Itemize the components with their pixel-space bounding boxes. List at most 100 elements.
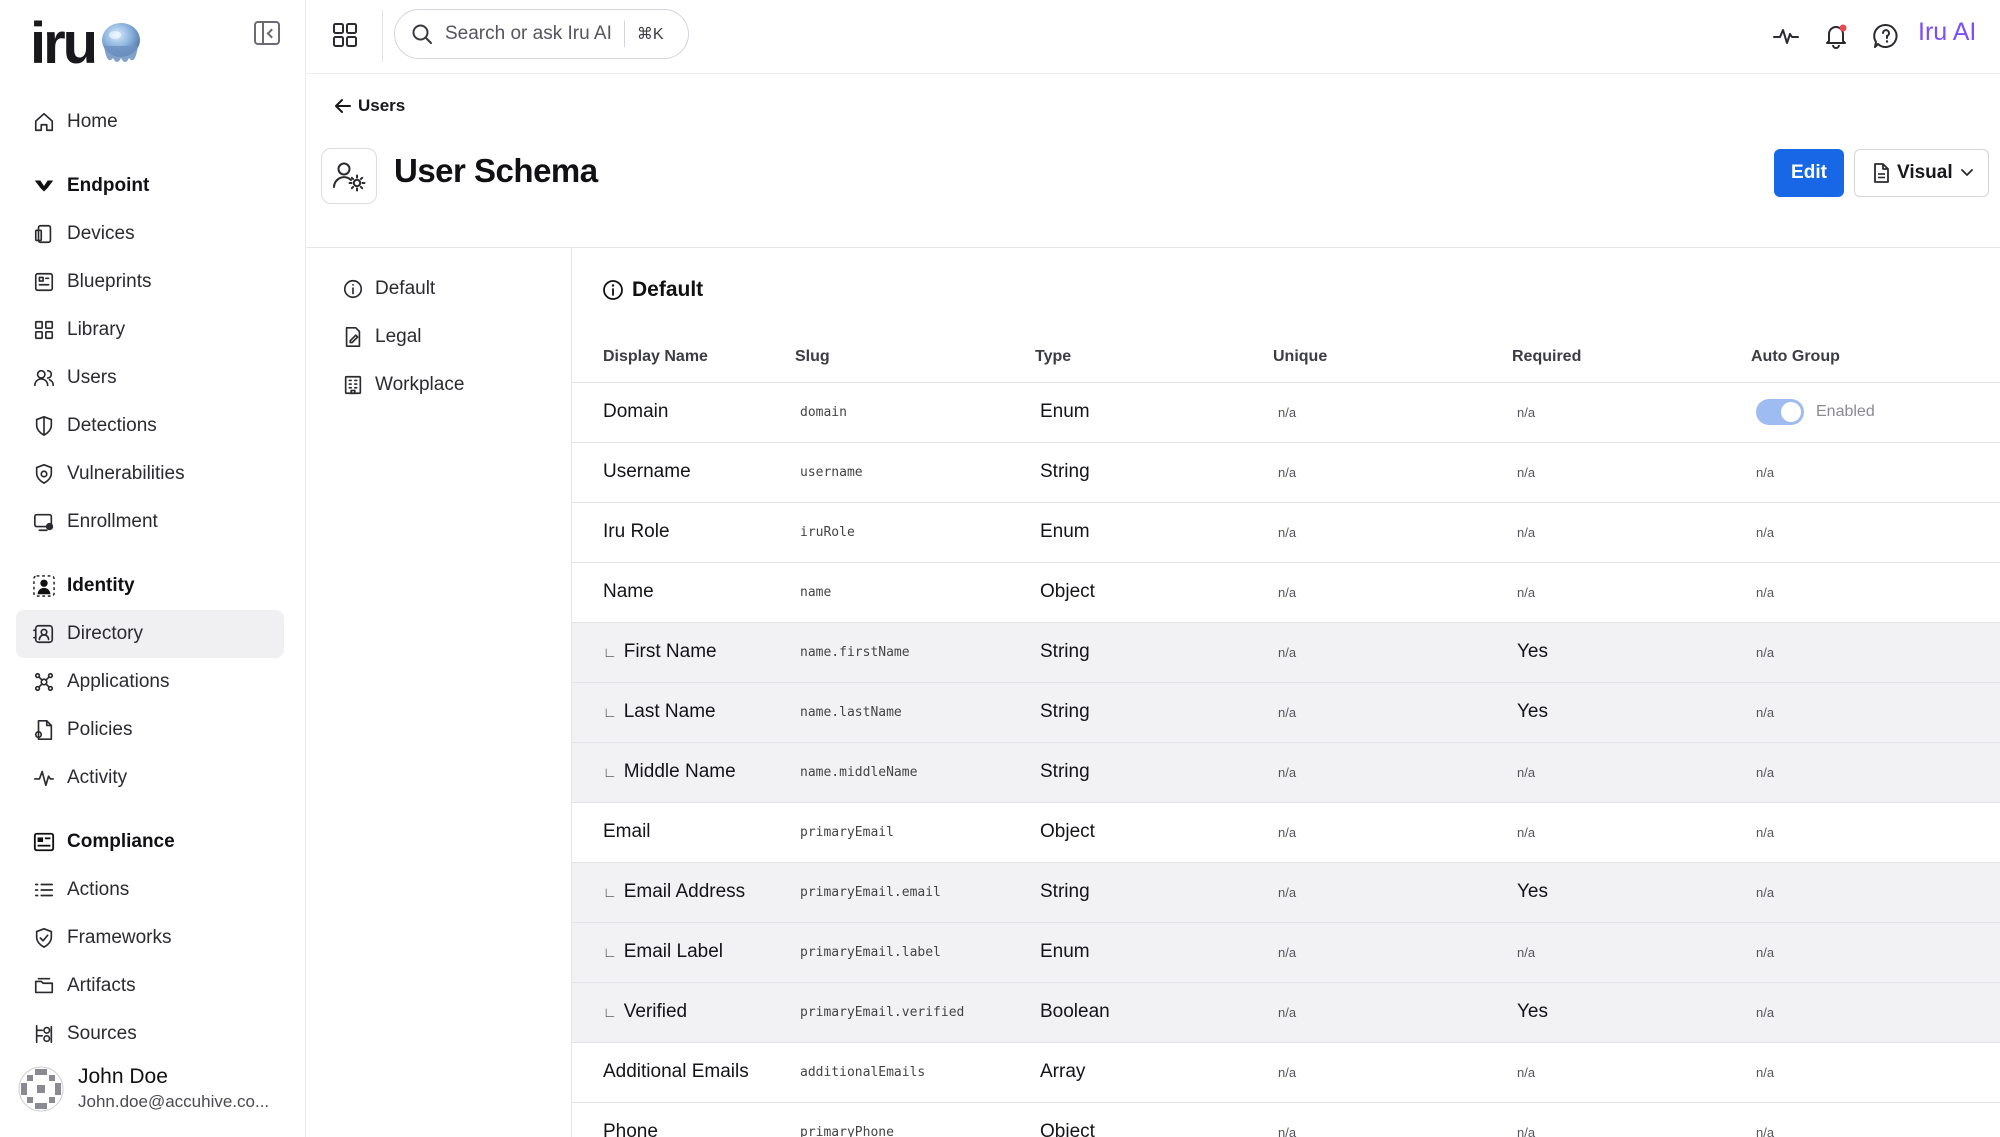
cell-auto-group: n/a — [1751, 1042, 2000, 1103]
iru-ai-link[interactable]: Iru AI — [1918, 18, 1976, 47]
sidebar-item-vulnerabilities[interactable]: Vulnerabilities — [16, 450, 284, 498]
cell-display-name: Domain — [572, 382, 795, 443]
child-indent-icon: ∟ — [603, 944, 617, 960]
view-mode-label: Visual — [1897, 162, 1953, 183]
schema-table-panel: Default Display Name Slug Type Unique Re… — [572, 248, 2000, 1137]
view-mode-dropdown[interactable]: Visual — [1854, 149, 1989, 197]
sidebar-item-label: Directory — [67, 623, 144, 644]
sidebar-item-directory[interactable]: Directory — [16, 610, 284, 658]
field-display-name: Phone — [603, 1121, 658, 1137]
info-icon — [603, 280, 623, 300]
table-row[interactable]: ∟ Email Address primaryEmail.email String n/… — [572, 862, 2000, 923]
edit-button[interactable]: Edit — [1774, 149, 1844, 197]
sidebar-item-label: Devices — [67, 223, 135, 244]
app-grid-icon[interactable] — [332, 22, 358, 48]
table-row[interactable]: Name name Object n/a n/a n/a — [572, 562, 2000, 623]
cell-display-name: ∟ Verified — [572, 982, 795, 1043]
sidebar-section-identity[interactable]: Identity — [16, 562, 284, 610]
users-icon — [34, 369, 54, 387]
cell-slug: additionalEmails — [795, 1042, 1035, 1103]
user-profile-card[interactable]: John Doe John.doe@accuhive.co... — [18, 1058, 298, 1120]
field-display-name: Last Name — [623, 701, 716, 722]
column-header-display-name[interactable]: Display Name — [572, 332, 795, 383]
column-header-slug[interactable]: Slug — [795, 332, 1035, 383]
sidebar-item-artifacts[interactable]: Artifacts — [16, 962, 284, 1010]
cell-display-name: Name — [572, 562, 795, 623]
cell-display-name: ∟ Email Address — [572, 862, 795, 923]
cell-required: n/a — [1512, 382, 1751, 443]
sidebar-item-policies[interactable]: Policies — [16, 706, 284, 754]
schema-section-nav: Default Legal Workplace — [306, 248, 572, 1137]
sidebar-item-actions[interactable]: Actions — [16, 866, 284, 914]
cell-unique: n/a — [1273, 982, 1512, 1043]
cell-unique: n/a — [1273, 922, 1512, 983]
table-row[interactable]: Iru Role iruRole Enum n/a n/a n/a — [572, 502, 2000, 563]
table-row[interactable]: Domain domain Enum n/a n/a Enabled — [572, 382, 2000, 443]
table-row[interactable]: ∟ Verified primaryEmail.verified Boolean n/a… — [572, 982, 2000, 1043]
table-row[interactable]: Phone primaryPhone Object n/a n/a n/a — [572, 1102, 2000, 1137]
section-link-legal[interactable]: Legal — [342, 322, 422, 352]
sidebar-item-blueprints[interactable]: Blueprints — [16, 258, 284, 306]
sidebar-section-endpoint[interactable]: Endpoint — [16, 162, 284, 210]
table-row[interactable]: ∟ Email Label primaryEmail.label Enum n/a n/a… — [572, 922, 2000, 983]
notification-bell-icon[interactable] — [1822, 22, 1850, 50]
devices-icon — [34, 224, 52, 244]
collapse-sidebar-button[interactable] — [254, 21, 280, 45]
table-row[interactable]: Email primaryEmail Object n/a n/a n/a — [572, 802, 2000, 863]
child-indent-icon: ∟ — [603, 884, 617, 900]
sidebar-item-frameworks[interactable]: Frameworks — [16, 914, 284, 962]
field-display-name: Email Address — [623, 881, 746, 902]
sidebar-item-enrollment[interactable]: Enrollment — [16, 498, 284, 546]
cell-type: Object — [1035, 1102, 1273, 1137]
auto-group-toggle[interactable]: Enabled — [1756, 399, 1875, 425]
table-row[interactable]: Username username String n/a n/a n/a — [572, 442, 2000, 503]
table-row[interactable]: Additional Emails additionalEmails Array n/… — [572, 1042, 2000, 1103]
column-header-required[interactable]: Required — [1512, 332, 1751, 383]
table-row[interactable]: ∟ First Name name.firstName String n/a Yes n/a — [572, 622, 2000, 683]
breadcrumb-users-link[interactable]: Users — [358, 96, 405, 116]
auto-group-value: n/a — [1756, 704, 1775, 720]
search-input[interactable]: Search or ask Iru AI ⌘K — [394, 9, 689, 59]
legal-icon — [345, 327, 361, 347]
sidebar-item-users[interactable]: Users — [16, 354, 284, 402]
table-row[interactable]: ∟ Middle Name name.middleName String n/a n/a n… — [572, 742, 2000, 803]
endpoint-icon — [34, 180, 54, 192]
cell-unique: n/a — [1273, 1042, 1512, 1103]
sidebar-item-activity[interactable]: Activity — [16, 754, 284, 802]
cell-slug: primaryEmail.verified — [795, 982, 1035, 1043]
cell-slug: name.lastName — [795, 682, 1035, 743]
sidebar-item-library[interactable]: Library — [16, 306, 284, 354]
field-display-name: Verified — [623, 1001, 688, 1022]
cell-type: String — [1035, 742, 1273, 803]
column-header-unique[interactable]: Unique — [1273, 332, 1512, 383]
auto-group-value: n/a — [1756, 1004, 1775, 1020]
sidebar-item-detections[interactable]: Detections — [16, 402, 284, 450]
cell-slug: primaryEmail.label — [795, 922, 1035, 983]
user-email: John.doe@accuhive.co... — [78, 1092, 270, 1111]
cell-type: String — [1035, 682, 1273, 743]
field-display-name: First Name — [623, 641, 717, 662]
chat-help-icon[interactable] — [1872, 22, 1900, 50]
sidebar-item-devices[interactable]: Devices — [16, 210, 284, 258]
section-link-label: Legal — [375, 326, 422, 347]
sidebar-section-compliance[interactable]: Compliance — [16, 818, 284, 866]
iru-logo[interactable]: iru — [30, 14, 143, 74]
section-link-workplace[interactable]: Workplace — [342, 370, 464, 400]
column-header-type[interactable]: Type — [1035, 332, 1273, 383]
sidebar-item-label: Actions — [67, 879, 130, 900]
table-row[interactable]: ∟ Last Name name.lastName String n/a Yes n/a — [572, 682, 2000, 743]
cell-slug: primaryEmail.email — [795, 862, 1035, 923]
field-display-name: Middle Name — [623, 761, 736, 782]
cell-type: Array — [1035, 1042, 1273, 1103]
section-link-default[interactable]: Default — [342, 274, 435, 304]
breadcrumb[interactable]: Users — [334, 96, 405, 116]
sidebar-item-home[interactable]: Home — [16, 98, 284, 146]
home-icon — [34, 112, 54, 132]
activity-pulse-icon[interactable] — [1772, 22, 1800, 50]
directory-icon — [33, 624, 54, 644]
auto-group-value: n/a — [1756, 1064, 1775, 1080]
topbar-divider — [382, 10, 383, 62]
sidebar-item-applications[interactable]: Applications — [16, 658, 284, 706]
column-header-auto-group[interactable]: Auto Group — [1751, 332, 2000, 383]
sidebar-item-sources[interactable]: Sources — [16, 1010, 284, 1058]
